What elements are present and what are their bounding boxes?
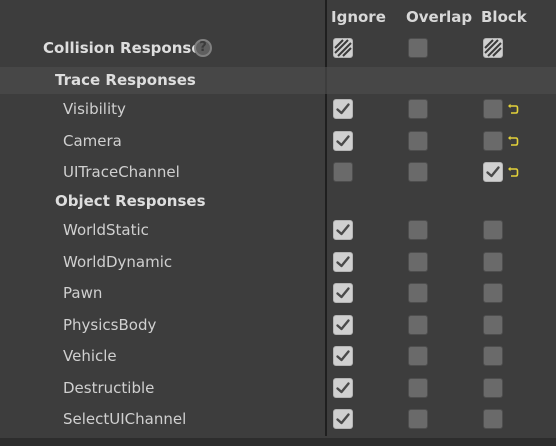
column-header-overlap: Overlap: [406, 8, 473, 26]
select-uichannel-overlap-checkbox[interactable]: [408, 409, 428, 429]
help-icon[interactable]: ?: [194, 39, 212, 57]
uitrace-channel-ignore-checkbox[interactable]: [333, 162, 353, 182]
physics-body-overlap-checkbox[interactable]: [408, 314, 428, 335]
pawn-overlap-checkbox[interactable]: [408, 283, 428, 303]
channel-label: Destructible: [63, 378, 155, 397]
column-header-block: Block: [481, 8, 527, 26]
uitrace-channel-block-checkbox[interactable]: [483, 162, 503, 182]
pawn-block-checkbox[interactable]: [483, 283, 503, 303]
destructible-ignore-checkbox[interactable]: [333, 377, 353, 398]
visibility-block-checkbox[interactable]: [483, 99, 503, 119]
camera-block-checkbox[interactable]: [483, 130, 503, 151]
reset-to-default-icon[interactable]: [507, 103, 519, 115]
select-uichannel-block-checkbox[interactable]: [483, 409, 503, 429]
world-dynamic-block-checkbox[interactable]: [483, 251, 503, 272]
destructible-overlap-checkbox[interactable]: [408, 377, 428, 398]
collision-responses-label: Collision Responses: [43, 39, 211, 57]
channel-label: PhysicsBody: [63, 315, 157, 334]
response-row-vehicle: Vehicle: [0, 341, 556, 371]
reset-to-default-icon[interactable]: [507, 135, 519, 147]
bottom-strip: [0, 438, 556, 446]
camera-ignore-checkbox[interactable]: [333, 130, 353, 151]
world-static-block-checkbox[interactable]: [483, 220, 503, 240]
response-row-select-uichannel: SelectUIChannel: [0, 404, 556, 434]
channel-label: SelectUIChannel: [63, 410, 187, 428]
uitrace-channel-overlap-checkbox[interactable]: [408, 162, 428, 182]
reset-to-default-icon[interactable]: [507, 166, 519, 178]
channel-label: Camera: [63, 131, 122, 150]
pawn-ignore-checkbox[interactable]: [333, 283, 353, 303]
vehicle-overlap-checkbox[interactable]: [408, 346, 428, 366]
camera-overlap-checkbox[interactable]: [408, 130, 428, 151]
physics-body-block-checkbox[interactable]: [483, 314, 503, 335]
visibility-overlap-checkbox[interactable]: [408, 99, 428, 119]
world-dynamic-ignore-checkbox[interactable]: [333, 251, 353, 272]
select-uichannel-ignore-checkbox[interactable]: [333, 409, 353, 429]
world-static-ignore-checkbox[interactable]: [333, 220, 353, 240]
response-row-camera: Camera: [0, 126, 556, 156]
collision-responses-block-checkbox[interactable]: [483, 38, 503, 58]
response-row-world-dynamic: WorldDynamic: [0, 247, 556, 277]
world-static-overlap-checkbox[interactable]: [408, 220, 428, 240]
object-responses-header: Object Responses: [0, 186, 556, 216]
response-row-destructible: Destructible: [0, 373, 556, 403]
response-row-uitrace-channel: UITraceChannel: [0, 157, 556, 187]
response-row-visibility: Visibility: [0, 94, 556, 124]
channel-label: WorldStatic: [63, 221, 149, 239]
collision-responses-overlap-checkbox[interactable]: [408, 38, 428, 58]
response-row-world-static: WorldStatic: [0, 215, 556, 245]
vehicle-block-checkbox[interactable]: [483, 346, 503, 366]
channel-label: Pawn: [63, 284, 103, 302]
trace-responses-label: Trace Responses: [55, 71, 196, 89]
channel-label: UITraceChannel: [63, 163, 180, 181]
object-responses-label: Object Responses: [55, 192, 206, 210]
column-header-ignore: Ignore: [331, 8, 386, 26]
collision-responses-ignore-checkbox[interactable]: [333, 38, 353, 58]
response-row-pawn: Pawn: [0, 278, 556, 308]
physics-body-ignore-checkbox[interactable]: [333, 314, 353, 335]
collision-responses-row: Collision Responses ?: [0, 33, 556, 63]
response-row-physics-body: PhysicsBody: [0, 310, 556, 340]
channel-label: Vehicle: [63, 347, 117, 365]
channel-label: Visibility: [63, 100, 126, 118]
vehicle-ignore-checkbox[interactable]: [333, 346, 353, 366]
collision-details-panel: Ignore Overlap Block Collision Responses…: [0, 0, 556, 446]
trace-responses-header: Trace Responses: [0, 65, 556, 95]
visibility-ignore-checkbox[interactable]: [333, 99, 353, 119]
world-dynamic-overlap-checkbox[interactable]: [408, 251, 428, 272]
channel-label: WorldDynamic: [63, 252, 173, 271]
destructible-block-checkbox[interactable]: [483, 377, 503, 398]
